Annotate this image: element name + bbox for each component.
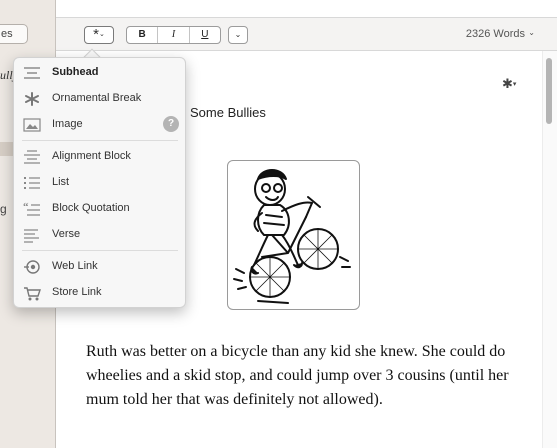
body-paragraph[interactable]: Ruth was better on a bicycle than any ki…	[86, 340, 516, 412]
menu-item-image[interactable]: Image	[14, 114, 185, 136]
menu-item-subhead[interactable]: Subhead	[14, 62, 185, 84]
verse-icon	[24, 229, 39, 243]
menu-item-alignment-block[interactable]: Alignment Block	[14, 146, 185, 168]
menu-item-store-link[interactable]: Store Link	[14, 282, 185, 304]
ornamental-break-icon	[25, 92, 39, 106]
menu-item-label: List	[52, 176, 70, 188]
help-icon[interactable]: ?	[163, 116, 179, 132]
alignment-block-icon	[24, 150, 40, 164]
menu-item-label: Store Link	[52, 286, 102, 298]
bicycle-boy-drawing	[233, 169, 351, 304]
list-icon	[24, 177, 40, 189]
word-count-label: Words	[493, 28, 525, 40]
format-button-group: B I U	[126, 26, 221, 44]
menu-item-label: Subhead	[52, 66, 99, 78]
italic-button[interactable]: I	[158, 27, 190, 43]
gear-icon: ✱	[502, 76, 513, 91]
menu-divider	[22, 250, 178, 251]
chapter-settings-button[interactable]: ✱▾	[502, 76, 516, 92]
menu-item-label: Block Quotation	[52, 202, 130, 214]
menu-item-web-link[interactable]: Web Link	[14, 256, 185, 278]
insert-menu: Subhead Ornamental Break Image ? Alignme…	[13, 57, 186, 308]
chevron-down-icon: ▾	[512, 81, 517, 88]
image-icon	[23, 118, 41, 132]
chevron-down-icon: ⌄	[98, 31, 105, 38]
web-link-icon	[24, 260, 40, 274]
menu-item-ornamental-break[interactable]: Ornamental Break	[14, 88, 185, 110]
svg-text:“: “	[23, 201, 29, 213]
sidebar-button[interactable]: es	[0, 24, 28, 44]
menu-item-list[interactable]: List	[14, 172, 185, 194]
sidebar-item-fragment[interactable]: g	[0, 202, 7, 216]
menu-item-label: Ornamental Break	[52, 92, 142, 104]
word-count-display[interactable]: 2326 Words	[466, 28, 525, 40]
menu-item-label: Verse	[52, 228, 81, 240]
more-format-button[interactable]: ⌄	[228, 26, 248, 44]
editor-toolbar: *⌄ B I U ⌄ 2326 Words ⌄	[56, 17, 557, 51]
chevron-down-icon[interactable]: ⌄	[528, 28, 535, 37]
block-quotation-icon: “	[23, 201, 40, 216]
menu-item-block-quotation[interactable]: “ Block Quotation	[14, 198, 185, 220]
menu-item-verse[interactable]: Verse	[14, 224, 185, 246]
illustration-image[interactable]	[227, 160, 360, 310]
menu-item-label: Alignment Block	[52, 150, 131, 162]
chapter-title[interactable]: Some Bullies	[190, 105, 266, 120]
bold-button[interactable]: B	[127, 27, 159, 43]
sidebar-selected-item[interactable]	[0, 142, 14, 156]
store-link-icon	[24, 287, 41, 301]
menu-divider	[22, 140, 178, 141]
chevron-down-icon: ⌄	[234, 30, 242, 39]
menu-item-label: Image	[52, 118, 83, 130]
word-count-value: 2326	[465, 28, 491, 40]
menu-item-label: Web Link	[52, 260, 98, 272]
insert-button[interactable]: *⌄	[84, 26, 114, 44]
scrollbar-thumb[interactable]	[546, 58, 552, 124]
subhead-icon	[24, 67, 40, 79]
underline-button[interactable]: U	[190, 27, 220, 43]
